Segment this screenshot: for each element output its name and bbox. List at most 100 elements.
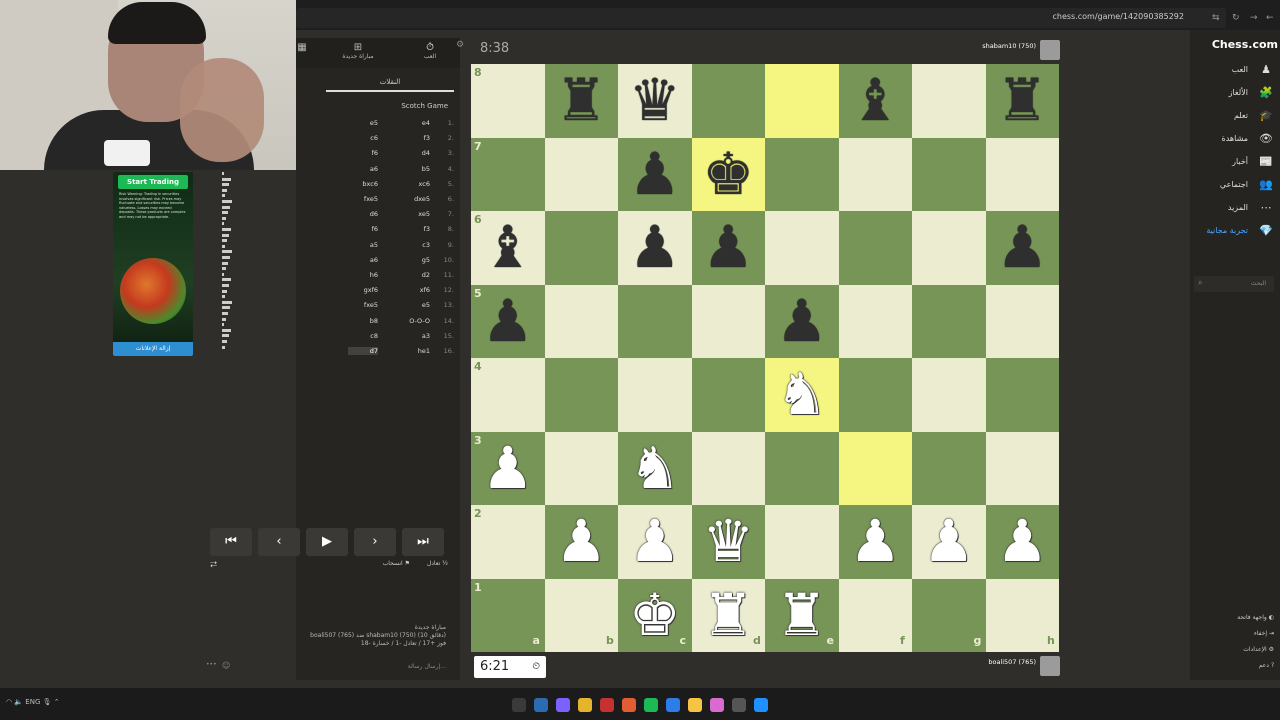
white-move[interactable]: a3 <box>400 332 430 340</box>
black-move[interactable]: f6 <box>348 225 378 233</box>
square-c4[interactable] <box>618 358 692 432</box>
black-rook-piece[interactable]: ♜ <box>545 64 619 138</box>
white-move[interactable]: xf6 <box>400 286 430 294</box>
collapse-link[interactable]: إخفاء ⇥ <box>1190 630 1274 637</box>
start-trading-button[interactable]: Start Trading <box>118 175 188 189</box>
app-icon[interactable] <box>600 698 614 712</box>
search-icon[interactable] <box>512 698 526 712</box>
black-pawn-piece[interactable]: ♟ <box>692 211 766 285</box>
chess-board[interactable]: 8 7 6 5 4 3 2 1 a b c d e f g h ♜ ♛ ♝ ♜ ♟ ♚ ♝ ♟ ♟ ♟ ♟ ♟ ♞ ♟ ♞ ♟ ♟ ♛ ♟ ♟ ♟ ♚ ♜ ♜ <box>471 64 1059 652</box>
white-move[interactable]: e5 <box>400 301 430 309</box>
white-knight-piece[interactable]: ♞ <box>765 358 839 432</box>
square-a7[interactable] <box>471 137 545 211</box>
square-h5[interactable] <box>985 284 1059 358</box>
next-move-button[interactable]: › <box>354 528 396 556</box>
last-move-button[interactable]: ⏭ <box>402 528 444 556</box>
black-move[interactable]: fxe5 <box>348 301 378 309</box>
light-mode-link[interactable]: واجهة فاتحة ◐ <box>1190 614 1274 621</box>
site-nav-item[interactable]: مشاهدة 👁 <box>1190 131 1274 149</box>
tab-games[interactable]: ▦ <box>296 42 308 53</box>
white-move[interactable]: f3 <box>400 134 430 142</box>
tab-play[interactable]: ⏱ العب <box>408 42 452 60</box>
translate-icon[interactable]: ⇆ <box>1212 13 1220 23</box>
black-pawn-piece[interactable]: ♟ <box>618 138 692 212</box>
language-indicator[interactable]: ENG <box>25 698 40 706</box>
site-nav-item[interactable]: اجتماعي 👥 <box>1190 177 1274 195</box>
square-h7[interactable] <box>985 137 1059 211</box>
wifi-icon[interactable]: ◠ <box>6 698 12 706</box>
white-pawn-piece[interactable]: ♟ <box>986 505 1060 579</box>
black-move[interactable]: c6 <box>348 134 378 142</box>
chrome-icon[interactable] <box>578 698 592 712</box>
flip-board-icon[interactable]: ⮂ <box>210 560 217 570</box>
site-nav-item[interactable]: تجربة مجانية 💎 <box>1190 223 1274 241</box>
more-dots-icon[interactable]: ••• <box>206 661 217 668</box>
square-c5[interactable] <box>618 284 692 358</box>
white-pawn-piece[interactable]: ♟ <box>618 505 692 579</box>
site-nav-item[interactable]: الألغاز 🧩 <box>1190 85 1274 103</box>
white-move[interactable]: b5 <box>400 165 430 173</box>
square-e8[interactable] <box>765 64 839 138</box>
white-knight-piece[interactable]: ♞ <box>618 432 692 506</box>
white-move[interactable]: d4 <box>400 149 430 157</box>
forward-icon[interactable]: → <box>1250 13 1258 23</box>
white-move[interactable]: d2 <box>400 271 430 279</box>
black-move[interactable]: c8 <box>348 332 378 340</box>
square-e7[interactable] <box>765 137 839 211</box>
square-h3[interactable] <box>985 431 1059 505</box>
white-move[interactable]: f3 <box>400 225 430 233</box>
square-e6[interactable] <box>765 211 839 285</box>
black-move[interactable]: f6 <box>348 149 378 157</box>
square-f3[interactable] <box>838 431 912 505</box>
square-g7[interactable] <box>912 137 986 211</box>
square-d5[interactable] <box>691 284 765 358</box>
square-a2[interactable] <box>471 505 545 579</box>
mic-icon[interactable]: 🎙 <box>43 698 52 706</box>
site-nav-item[interactable]: المزيد ⋯ <box>1190 200 1274 218</box>
square-e3[interactable] <box>765 431 839 505</box>
square-b3[interactable] <box>544 431 618 505</box>
terminal-icon[interactable] <box>732 698 746 712</box>
tab-moves[interactable]: النقلات <box>326 78 454 92</box>
black-king-piece[interactable]: ♚ <box>692 138 766 212</box>
square-f6[interactable] <box>838 211 912 285</box>
black-bishop-piece[interactable]: ♝ <box>471 211 545 285</box>
settings-link[interactable]: الإعدادات ⚙ <box>1190 646 1274 653</box>
black-move[interactable]: a5 <box>348 241 378 249</box>
white-move[interactable]: dxe5 <box>400 195 430 203</box>
site-nav-item[interactable]: العب ♟ <box>1190 62 1274 80</box>
white-king-piece[interactable]: ♚ <box>618 579 692 653</box>
bottom-player-name[interactable]: boali507 (765) <box>988 658 1036 666</box>
square-b6[interactable] <box>544 211 618 285</box>
black-move[interactable]: d7 <box>348 347 378 355</box>
white-pawn-piece[interactable]: ♟ <box>471 432 545 506</box>
white-move[interactable]: he1 <box>400 347 430 355</box>
square-g3[interactable] <box>912 431 986 505</box>
white-rook-piece[interactable]: ♜ <box>765 579 839 653</box>
back-icon[interactable]: ← <box>1266 13 1274 23</box>
chess-logo[interactable]: Chess.com <box>1212 38 1278 51</box>
square-d4[interactable] <box>691 358 765 432</box>
black-rook-piece[interactable]: ♜ <box>986 64 1060 138</box>
app-icon[interactable] <box>556 698 570 712</box>
reload-icon[interactable]: ↻ <box>1232 13 1240 23</box>
avatar[interactable] <box>1040 656 1060 676</box>
black-queen-piece[interactable]: ♛ <box>618 64 692 138</box>
app-icon[interactable] <box>710 698 724 712</box>
white-move[interactable]: O-O-O <box>400 317 430 325</box>
site-nav-item[interactable]: تعلم 🎓 <box>1190 108 1274 126</box>
black-pawn-piece[interactable]: ♟ <box>765 285 839 359</box>
black-bishop-piece[interactable]: ♝ <box>839 64 913 138</box>
first-move-button[interactable]: ⏮ <box>210 528 252 556</box>
gear-icon[interactable]: ⚙ <box>456 40 464 50</box>
top-player-name[interactable]: shabam10 (750) <box>982 42 1036 50</box>
square-g8[interactable] <box>912 64 986 138</box>
app-icon[interactable] <box>534 698 548 712</box>
black-pawn-piece[interactable]: ♟ <box>618 211 692 285</box>
black-move[interactable]: d6 <box>348 210 378 218</box>
square-g6[interactable] <box>912 211 986 285</box>
sponsor-ad[interactable]: Start Trading Risk Warning: Trading in s… <box>113 172 193 356</box>
draw-button[interactable]: تعادل ½ <box>427 560 448 567</box>
black-pawn-piece[interactable]: ♟ <box>471 285 545 359</box>
white-pawn-piece[interactable]: ♟ <box>912 505 986 579</box>
